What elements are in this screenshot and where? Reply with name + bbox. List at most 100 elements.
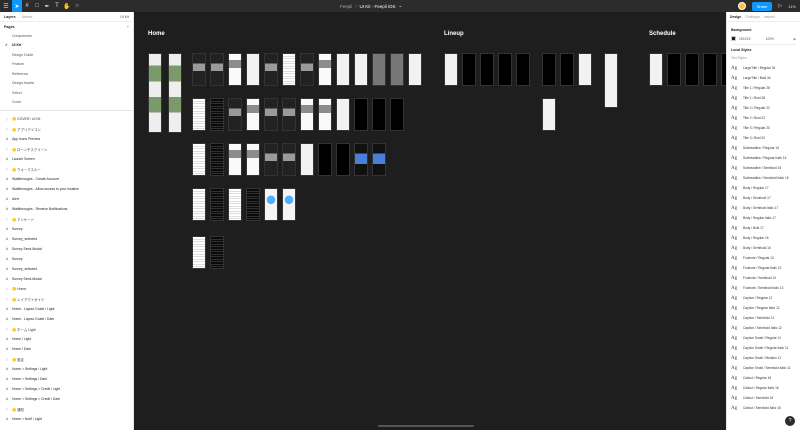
- text-style-item[interactable]: Ag Subheadline / Regular 15: [731, 143, 796, 153]
- zoom-level[interactable]: 11%: [788, 4, 796, 9]
- text-style-item[interactable]: Ag Caption / Semibold 12: [731, 313, 796, 323]
- page-item[interactable]: Design Guide: [0, 50, 133, 60]
- layer-row[interactable]: # Survey: [0, 254, 133, 264]
- frame-thumbnail[interactable]: [408, 53, 422, 86]
- file-name[interactable]: UI Kit - Feepli iOS: [360, 4, 396, 9]
- layer-row[interactable]: # Survey_selected: [0, 234, 133, 244]
- frame-thumbnail[interactable]: [542, 98, 556, 131]
- add-page-icon[interactable]: +: [127, 25, 129, 29]
- text-style-item[interactable]: Ag Body / Regular 16: [731, 233, 796, 243]
- frame-thumbnail[interactable]: [210, 53, 224, 86]
- layer-row[interactable]: # Survey_selected: [0, 264, 133, 274]
- shape-tool-icon[interactable]: □: [32, 0, 42, 12]
- frame-thumbnail[interactable]: [372, 98, 386, 131]
- text-style-item[interactable]: Ag Caption / Regular 12: [731, 293, 796, 303]
- text-style-item[interactable]: Ag Callout / Regular Italic 16: [731, 383, 796, 393]
- frame-thumbnail[interactable]: [560, 53, 574, 86]
- frame-thumbnail[interactable]: [246, 98, 260, 131]
- text-style-item[interactable]: Ag Subheadline / Semibold 15: [731, 163, 796, 173]
- frame-thumbnail[interactable]: [480, 53, 494, 86]
- text-style-item[interactable]: Ag Callout / Regular 16: [731, 373, 796, 383]
- layer-row[interactable]: # Home > Settings / Light: [0, 364, 133, 374]
- text-style-item[interactable]: Ag Subheadline / Semibold Italic 15: [731, 173, 796, 183]
- text-style-item[interactable]: Ag Title 3 / Regular 20: [731, 123, 796, 133]
- layer-row[interactable]: # Survey Semi-Modal: [0, 274, 133, 284]
- frame-thumbnail[interactable]: [318, 143, 332, 176]
- frame-thumbnail[interactable]: [192, 98, 206, 131]
- frame-thumbnail[interactable]: [604, 53, 618, 108]
- text-style-item[interactable]: Ag Footnote / Semibold Italic 13: [731, 283, 796, 293]
- page-item[interactable]: ✓ UI Kit: [0, 41, 133, 51]
- text-style-item[interactable]: Ag Title 3 / Bold 20: [731, 133, 796, 143]
- frame-thumbnail[interactable]: [168, 53, 182, 133]
- layer-row[interactable]: T 🟡 通知: [0, 404, 133, 414]
- layer-row[interactable]: T 🟡 レイアウトガイド: [0, 294, 133, 304]
- tab-design[interactable]: Design: [730, 15, 741, 19]
- frame-thumbnail[interactable]: [300, 53, 314, 86]
- frame-thumbnail[interactable]: [372, 53, 386, 86]
- layer-row[interactable]: T 🟡 アンケート: [0, 214, 133, 224]
- layer-row[interactable]: # Walkthroughs - Allow access to your loc…: [0, 184, 133, 194]
- section-title-lineup[interactable]: Lineup: [444, 31, 464, 37]
- frame-thumbnail[interactable]: [354, 53, 368, 86]
- background-fill-row[interactable]: 1E1E1E 100% ◉: [731, 36, 796, 41]
- layer-row[interactable]: T 🟡 アプリアイコン: [0, 124, 133, 134]
- frame-thumbnail[interactable]: [372, 143, 386, 176]
- layer-row[interactable]: T 🟡 ウォークスルー: [0, 164, 133, 174]
- frame-thumbnail[interactable]: [264, 143, 278, 176]
- layer-row[interactable]: # Home - Layout Guide / Light: [0, 304, 133, 314]
- frame-thumbnail[interactable]: [390, 53, 404, 86]
- layer-row[interactable]: T 🟡 ホーム Light: [0, 324, 133, 334]
- frame-thumbnail[interactable]: [148, 53, 162, 133]
- text-style-item[interactable]: Ag LargeTitle / Bold 34: [731, 73, 796, 83]
- frame-thumbnail[interactable]: [318, 98, 332, 131]
- section-title-schedule[interactable]: Schedule: [649, 31, 676, 37]
- text-style-item[interactable]: Ag Callout / Semibold Italic 16: [731, 403, 796, 413]
- frame-thumbnail[interactable]: [228, 188, 242, 221]
- layer-row[interactable]: # Home > Settings > Credit / Dark: [0, 394, 133, 404]
- layer-row[interactable]: T 🟡 ローンチスクリーン: [0, 144, 133, 154]
- page-item[interactable]: Feature: [0, 60, 133, 70]
- text-style-item[interactable]: Ag LargeTitle / Regular 34: [731, 63, 796, 73]
- tab-assets[interactable]: Assets: [22, 15, 33, 19]
- text-style-item[interactable]: Ag Body / Semibold 16: [731, 243, 796, 253]
- help-button[interactable]: ?: [785, 416, 795, 426]
- frame-thumbnail[interactable]: [703, 53, 717, 86]
- text-style-item[interactable]: Ag Body / Bold 17: [731, 223, 796, 233]
- tab-layers[interactable]: Layers: [4, 15, 16, 19]
- frame-thumbnail[interactable]: [210, 98, 224, 131]
- eye-icon[interactable]: ◉: [793, 37, 796, 41]
- frame-thumbnail[interactable]: [246, 188, 260, 221]
- pen-tool-icon[interactable]: ✒: [42, 0, 52, 12]
- section-title-home[interactable]: Home: [148, 31, 165, 37]
- frame-thumbnail[interactable]: [354, 98, 368, 131]
- text-style-item[interactable]: Ag Body / Semibold 17: [731, 193, 796, 203]
- layer-row[interactable]: # Home / Light: [0, 334, 133, 344]
- layer-row[interactable]: # Home > Settings > Credit / Light: [0, 384, 133, 394]
- text-style-item[interactable]: Ag Caption Small / Regular Italic 11: [731, 343, 796, 353]
- present-play-icon[interactable]: ▷: [778, 3, 782, 9]
- text-style-item[interactable]: Ag Footnote / Semibold 13: [731, 273, 796, 283]
- text-style-item[interactable]: Ag Body / Regular 17: [731, 183, 796, 193]
- page-item[interactable]: Cover: [0, 98, 133, 108]
- page-switcher[interactable]: UI Kit: [120, 15, 129, 19]
- frame-thumbnail[interactable]: [667, 53, 681, 86]
- frame-thumbnail[interactable]: [192, 188, 206, 221]
- hand-tool-icon[interactable]: ✋: [62, 0, 72, 12]
- page-item[interactable]: Components: [0, 31, 133, 41]
- frame-thumbnail[interactable]: [354, 143, 368, 176]
- frame-thumbnail[interactable]: [336, 98, 350, 131]
- tab-prototype[interactable]: Prototype: [745, 15, 760, 19]
- frame-thumbnail[interactable]: [210, 188, 224, 221]
- frame-thumbnail[interactable]: [282, 143, 296, 176]
- frame-thumbnail[interactable]: [282, 53, 296, 86]
- frame-thumbnail[interactable]: [444, 53, 458, 86]
- text-style-item[interactable]: Ag Title 1 / Regular 28: [731, 83, 796, 93]
- text-style-item[interactable]: Ag Footnote / Regular Italic 13: [731, 263, 796, 273]
- layer-row[interactable]: # Home / Dark: [0, 344, 133, 354]
- frame-thumbnail[interactable]: [264, 98, 278, 131]
- frame-tool-icon[interactable]: #: [22, 0, 32, 12]
- layer-row[interactable]: # Home - Layout Guide / Dark: [0, 314, 133, 324]
- layer-row[interactable]: # Walkthroughs - Receive Notifications: [0, 204, 133, 214]
- frame-thumbnail[interactable]: [685, 53, 699, 86]
